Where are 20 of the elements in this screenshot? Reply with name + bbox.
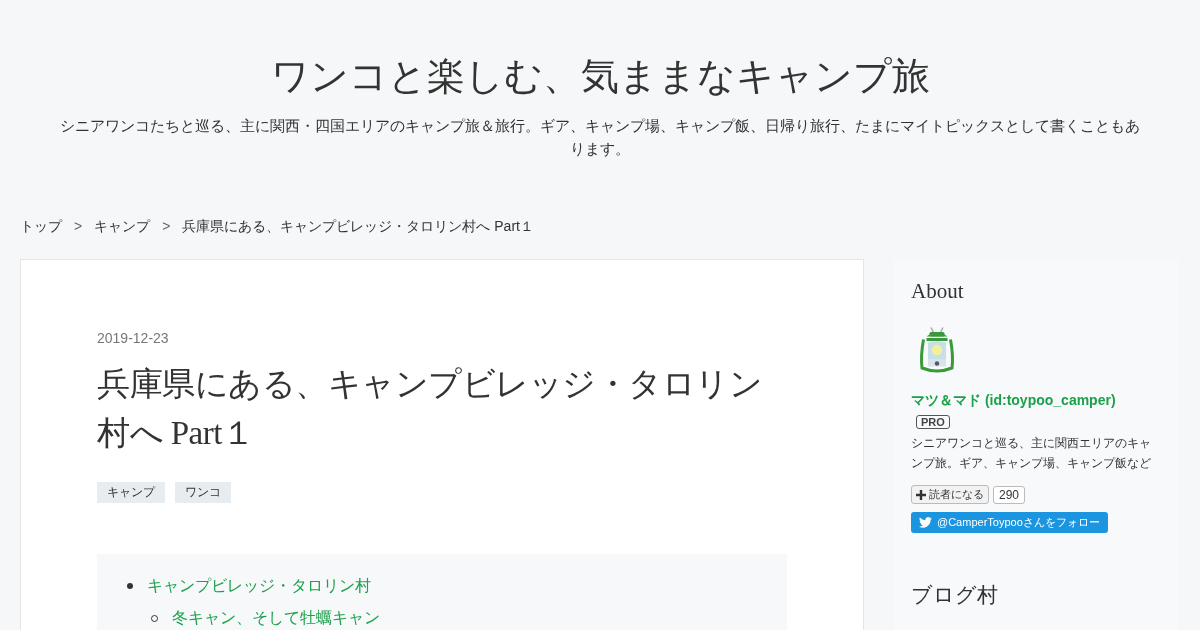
category-tag[interactable]: ワンコ	[175, 482, 231, 503]
breadcrumb-current: 兵庫県にある、キャンプビレッジ・タロリン村へ Part１	[182, 218, 534, 236]
blog-description: シニアワンコたちと巡る、主に関西・四国エリアのキャンプ旅＆旅行。ギア、キャンプ場、キャンプ飯、日帰り旅行、たまにマイトピックスとして書くこともあります。	[59, 116, 1141, 159]
breadcrumb-link[interactable]: トップ	[20, 218, 62, 236]
subscriber-count: 290	[993, 485, 1026, 504]
post-title[interactable]: 兵庫県にある、キャンプビレッジ・タロリン村へ Part１	[97, 360, 787, 458]
plus-icon	[916, 489, 926, 500]
author-description: シニアワンコと巡る、主に関西エリアのキャンプ旅。ギア、キャンプ場、キャンプ飯など	[911, 435, 1152, 472]
section-heading: ブログ村	[911, 582, 999, 609]
bullet-icon	[127, 583, 133, 589]
breadcrumb-separator: >	[74, 218, 83, 236]
pro-badge: PRO	[916, 415, 950, 429]
post-date[interactable]: 2019-12-23	[97, 330, 787, 346]
category-tag[interactable]: キャンプ	[97, 482, 165, 503]
breadcrumb-link[interactable]: キャンプ	[94, 218, 151, 236]
section-heading: About	[911, 279, 965, 304]
bird-icon	[919, 517, 932, 528]
subscribe-button[interactable]: 読者になる	[911, 485, 989, 504]
breadcrumb-separator: >	[162, 218, 171, 236]
blog-title[interactable]: ワンコと楽しむ、気ままなキャンプ旅	[50, 50, 1150, 102]
